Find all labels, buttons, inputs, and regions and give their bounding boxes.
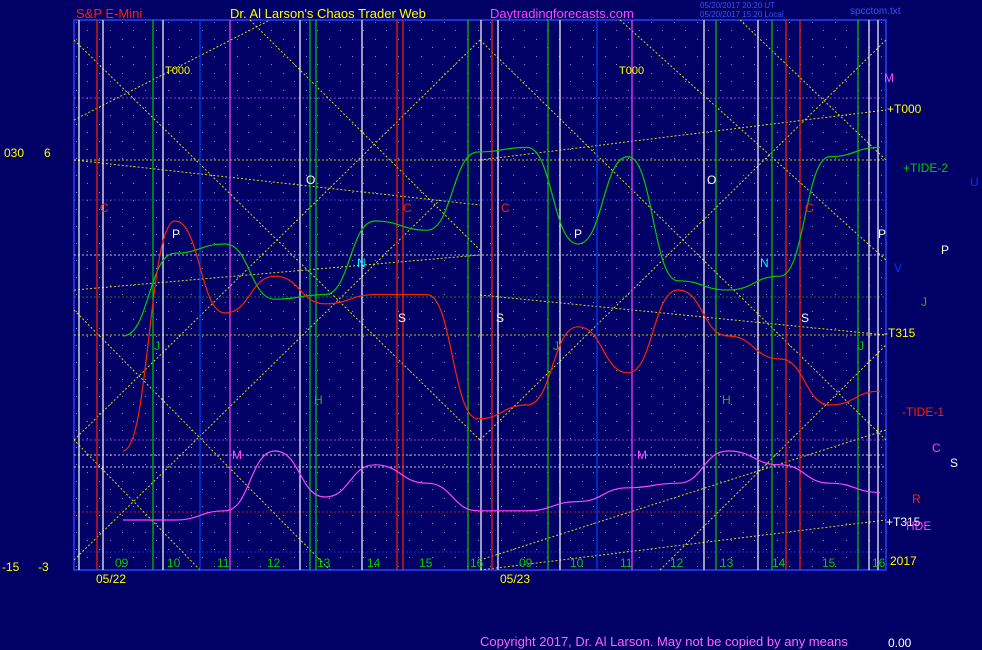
hour-tick-label: 10 <box>570 556 584 570</box>
cycle-letter: N <box>357 256 366 270</box>
right-label: S <box>950 456 958 470</box>
hour-tick-label: 16 <box>872 556 886 570</box>
top-label: T000 <box>619 65 644 77</box>
hour-tick-label: 15 <box>822 556 836 570</box>
cycle-letter: S <box>801 311 809 325</box>
hour-tick-label: 09 <box>519 556 533 570</box>
cycle-letter: M <box>637 448 647 462</box>
cycle-letter: J <box>154 339 160 353</box>
hour-tick-label: 14 <box>367 556 381 570</box>
hour-tick-label: 12 <box>670 556 684 570</box>
hour-tick-label: 14 <box>772 556 786 570</box>
hour-tick-label: 11 <box>217 556 230 570</box>
hour-tick-label: 13 <box>317 556 331 570</box>
right-label: M <box>884 71 894 85</box>
right-label: C <box>932 441 941 455</box>
cycle-letter: S <box>398 311 406 325</box>
cycle-letter: H <box>314 393 323 407</box>
cycle-letter: H <box>722 393 731 407</box>
cycle-letter: O <box>306 173 315 187</box>
cycle-letter: C <box>403 201 412 215</box>
cycle-letter: P <box>172 227 180 241</box>
chart-svg: 09 10 11 12 13 14 15 16 09 10 11 12 13 14 15 16 05/22 05/… <box>73 19 979 586</box>
cycle-letter: M <box>232 448 242 462</box>
right-label: -TIDE-1 <box>902 405 944 419</box>
cycle-letter: J <box>553 339 559 353</box>
cycle-letter: C <box>805 201 814 215</box>
cycle-letter: O <box>707 173 716 187</box>
hour-tick-label: 12 <box>267 556 281 570</box>
cycle-letter: P <box>574 227 582 241</box>
cycle-letter: S <box>496 311 504 325</box>
hour-tick-label: 13 <box>720 556 734 570</box>
year-label: 2017 <box>890 554 917 568</box>
cycle-letter: N <box>760 256 769 270</box>
hour-tick-label: 15 <box>419 556 433 570</box>
hour-tick-label: 10 <box>167 556 181 570</box>
copyright-notice: Copyright 2017, Dr. Al Larson. May not b… <box>480 634 848 649</box>
hour-tick-label: 09 <box>115 556 129 570</box>
right-label: U <box>970 175 979 189</box>
hour-tick-label: 11 <box>620 556 633 570</box>
right-label: TIDE <box>904 519 931 533</box>
right-label: +TIDE-2 <box>903 161 948 175</box>
right-label: J <box>921 295 927 309</box>
date-label: 05/23 <box>500 572 530 586</box>
line-end-label: +T000 <box>887 102 922 116</box>
right-label: R <box>912 492 921 506</box>
date-label: 05/22 <box>96 572 126 586</box>
cycle-letter: P <box>878 227 886 241</box>
right-value: 0.00 <box>888 636 912 650</box>
line-end-label: -T315 <box>884 326 916 340</box>
top-label: T000 <box>165 65 190 77</box>
cycle-letter: C <box>501 201 510 215</box>
right-label: V <box>894 261 902 275</box>
right-label: P <box>941 243 949 257</box>
cycle-letter: J <box>858 339 864 353</box>
cycle-letter: C <box>100 201 109 215</box>
hour-tick-label: 16 <box>470 556 484 570</box>
